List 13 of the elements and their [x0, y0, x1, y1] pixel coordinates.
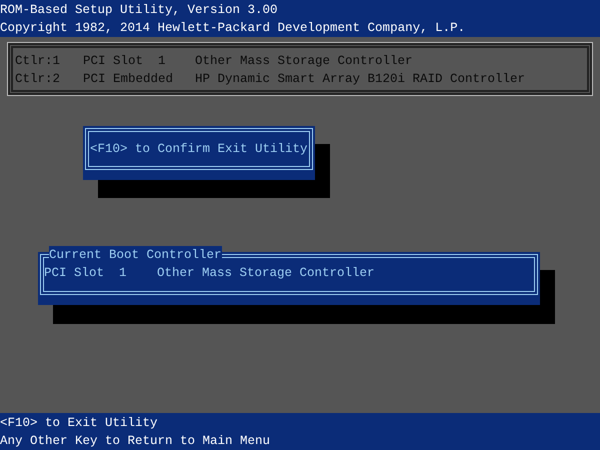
- controller-description: HP Dynamic Smart Array B120i RAID Controller: [195, 71, 526, 88]
- controller-location: PCI Slot 1: [83, 53, 167, 70]
- controller-id: Ctlr:2: [15, 71, 62, 88]
- controller-id: Ctlr:1: [15, 53, 62, 70]
- window-title: ROM-Based Setup Utility, Version 3.00: [0, 2, 278, 19]
- controller-description: Other Mass Storage Controller: [195, 53, 413, 70]
- boot-controller-location: PCI Slot 1: [44, 265, 128, 282]
- copyright-text: Copyright 1982, 2014 Hewlett-Packard Development Company, L.P.: [0, 20, 466, 37]
- confirm-message: <F10> to Confirm Exit Utility: [90, 141, 308, 158]
- boot-controller-description: Other Mass Storage Controller: [157, 265, 375, 282]
- footer-hint: <F10> to Exit Utility: [0, 415, 158, 432]
- footer-hint: Any Other Key to Return to Main Menu: [0, 433, 270, 450]
- controller-location: PCI Embedded: [83, 71, 174, 88]
